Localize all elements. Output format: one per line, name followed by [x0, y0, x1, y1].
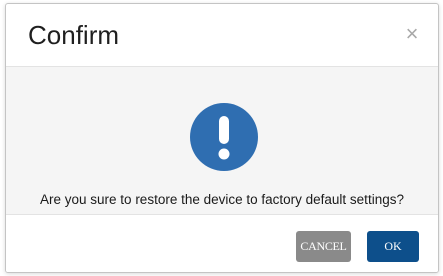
close-icon[interactable]: ×	[402, 23, 422, 45]
dialog-footer: CANCEL OK	[6, 215, 438, 272]
dialog-title: Confirm	[28, 20, 120, 50]
dialog-header: Confirm ×	[6, 4, 438, 67]
cancel-button[interactable]: CANCEL	[296, 231, 351, 262]
dialog-message: Are you sure to restore the device to fa…	[40, 192, 404, 207]
confirm-dialog: Confirm × Are you sure to restore the de…	[5, 3, 439, 273]
dialog-body: Are you sure to restore the device to fa…	[6, 67, 438, 215]
ok-button[interactable]: OK	[367, 231, 419, 262]
exclamation-circle-icon	[190, 103, 258, 171]
